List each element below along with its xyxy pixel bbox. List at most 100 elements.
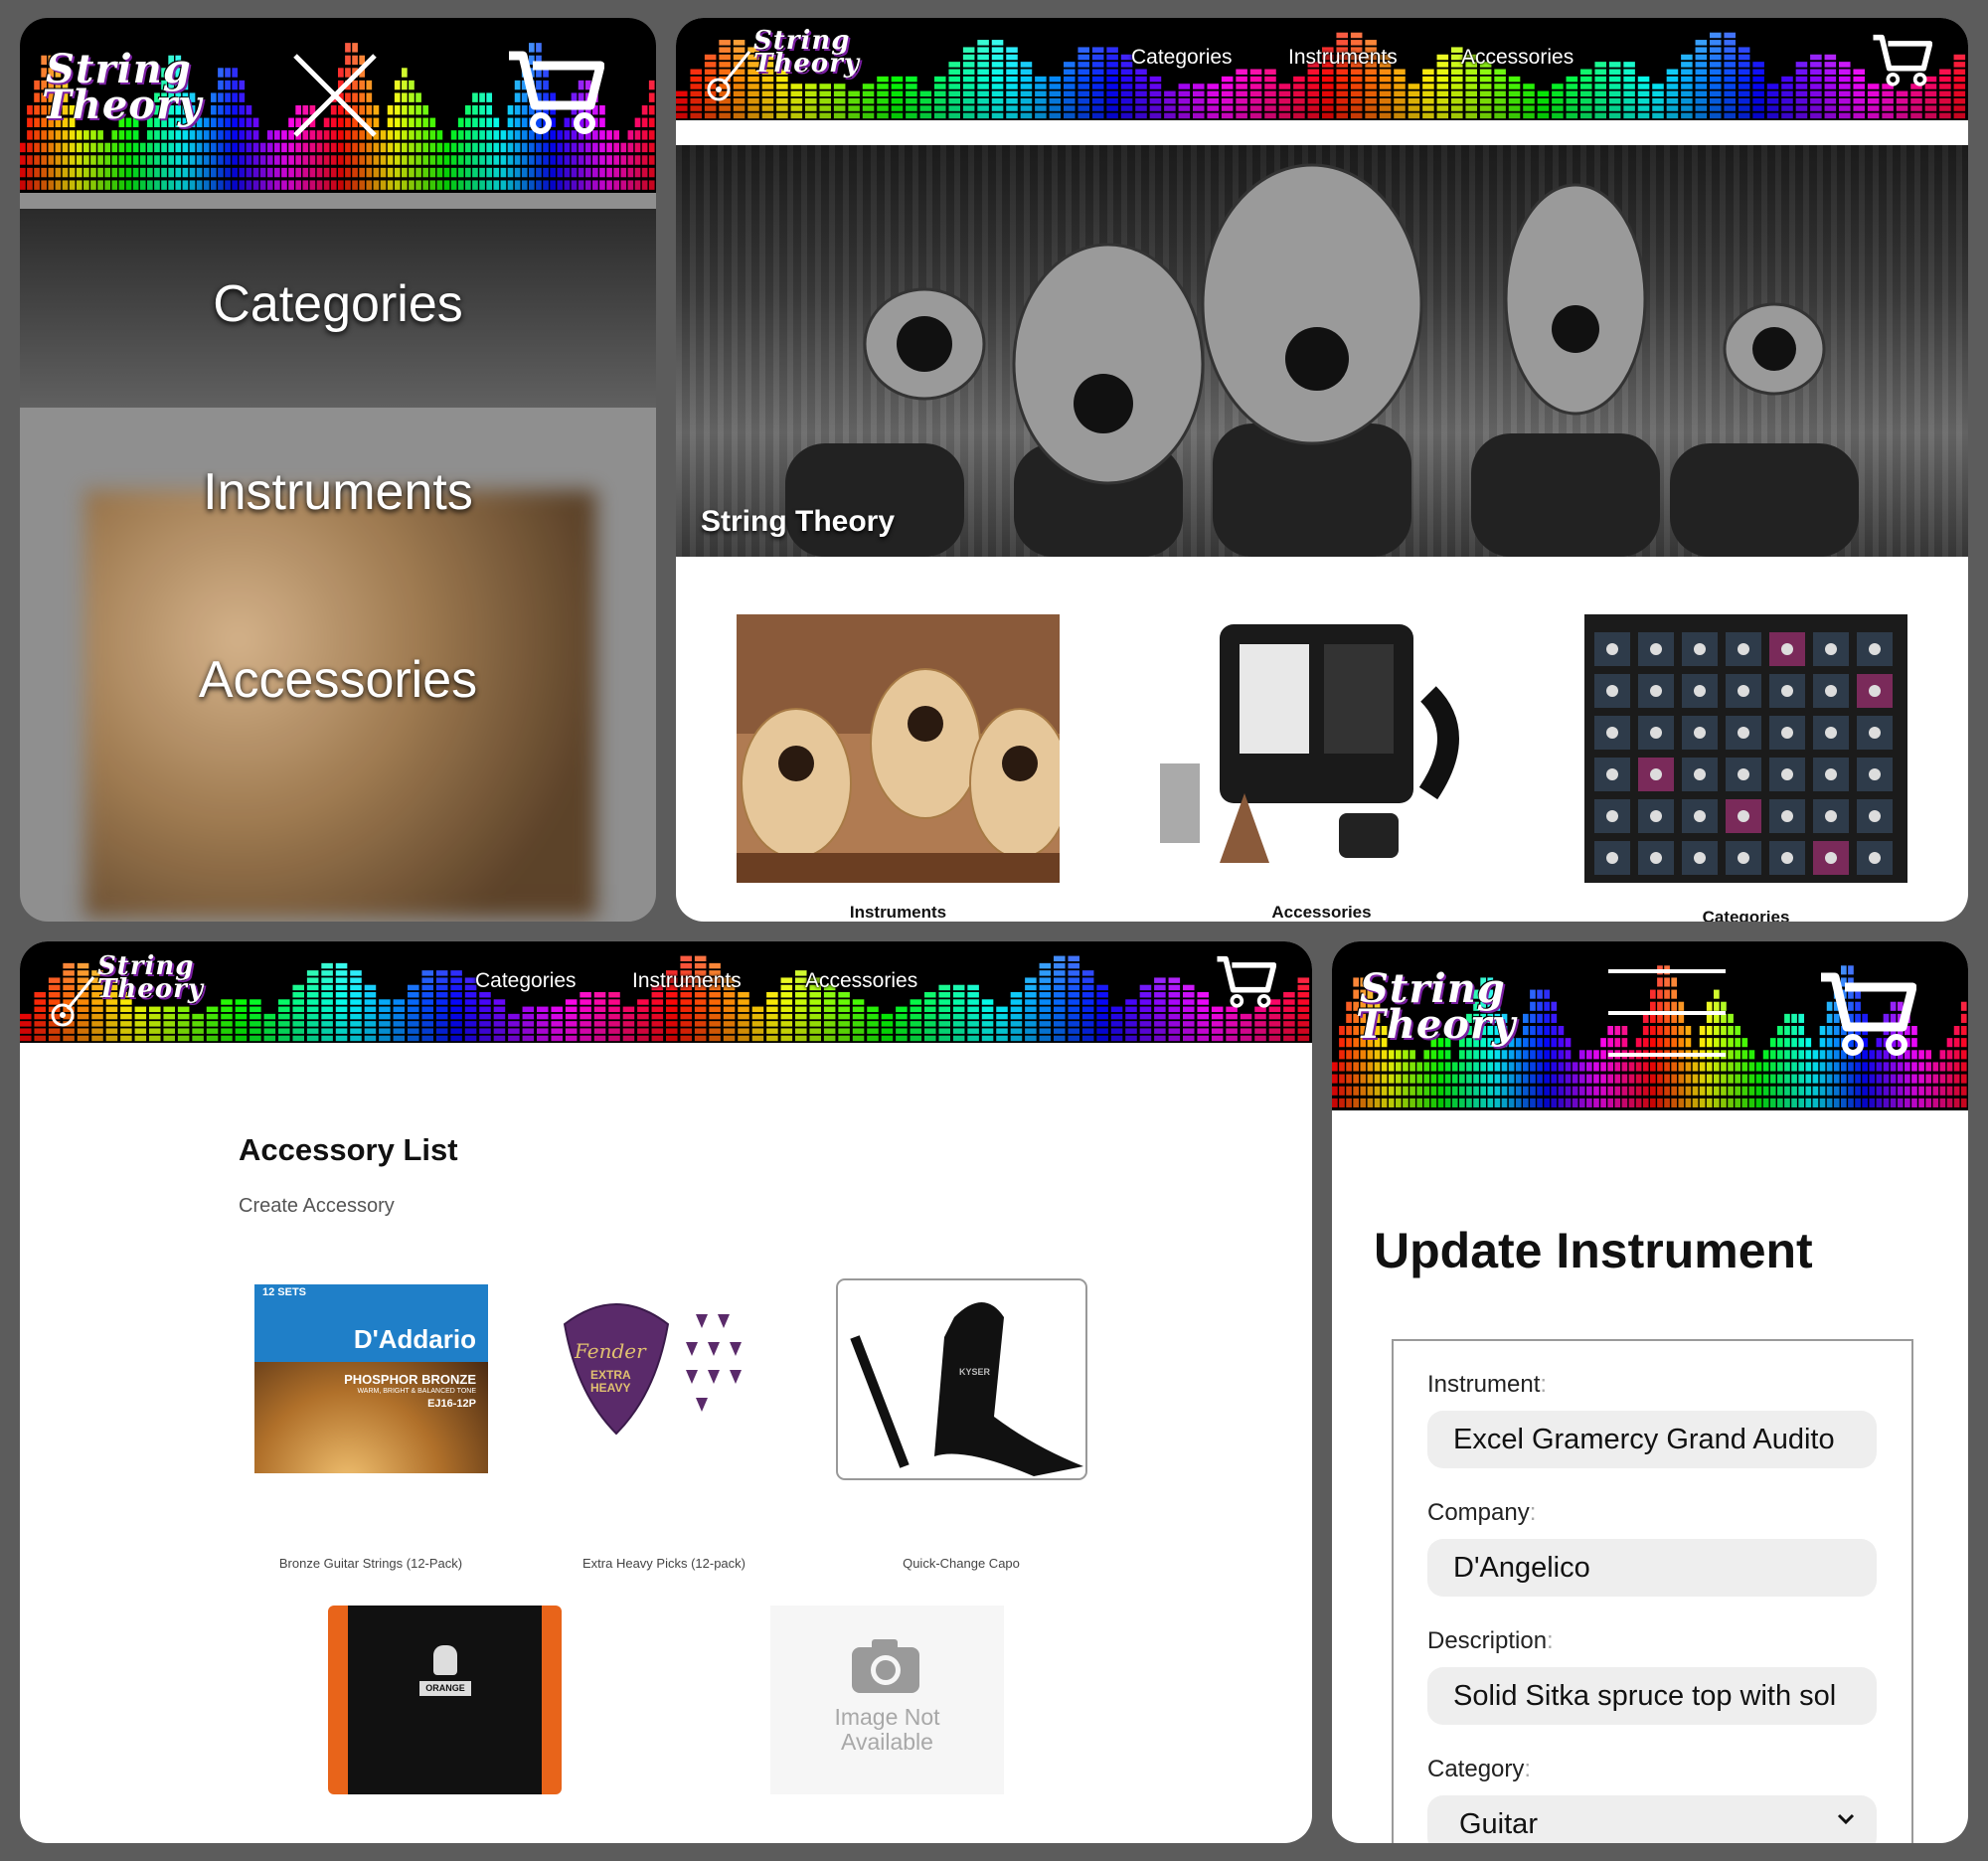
equalizer-bar-segment [266, 180, 273, 190]
accessory-image-capo[interactable] [835, 1277, 1088, 1481]
equalizer-bar-segment [486, 142, 493, 153]
create-accessory-link[interactable]: Create Accessory [239, 1195, 395, 1218]
equalizer-bar-segment [1283, 999, 1295, 1005]
equalizer-bar-segment [1824, 84, 1837, 89]
menu-item-instruments[interactable]: Instruments [20, 462, 656, 522]
equalizer-bar-segment [104, 155, 111, 165]
brand-logo[interactable]: String Theory [42, 50, 202, 125]
equalizer-bar-segment [1459, 1098, 1465, 1107]
equalizer-bar-segment [278, 1028, 290, 1034]
nav-instruments[interactable]: Instruments [632, 969, 742, 993]
equalizer-bar-segment [1178, 112, 1191, 119]
equalizer-bar-segment [48, 142, 55, 153]
equalizer-bar-segment [1039, 999, 1052, 1005]
equalizer-bar-segment [862, 84, 875, 89]
equalizer-bar-segment [235, 999, 248, 1005]
equalizer-bar-segment [1465, 76, 1477, 83]
equalizer-bar-segment [1236, 97, 1247, 104]
equalizer-bar-segment [429, 117, 436, 127]
tile-categories-image[interactable] [1584, 614, 1907, 883]
picks-product: EXTRA HEAVY [590, 1368, 631, 1396]
equalizer-bar-segment [1240, 1028, 1252, 1034]
category-thumbnail-icon [1650, 852, 1662, 864]
equalizer-bar-segment [302, 155, 309, 165]
accessory-image-placeholder[interactable]: Image Not Available [770, 1606, 1004, 1794]
equalizer-bar-segment [1353, 977, 1360, 987]
equalizer-bar-segment [962, 47, 975, 53]
nav-categories[interactable]: Categories [1131, 46, 1233, 70]
nav-accessories[interactable]: Accessories [805, 969, 917, 993]
nav-categories[interactable]: Categories [475, 969, 577, 993]
accessory-image-strings[interactable]: 12 SETS D'Addario PHOSPHOR BRONZE WARM, … [254, 1284, 488, 1473]
menu-item-accessories[interactable]: Accessories [20, 650, 656, 710]
company-input[interactable]: D'Angelico [1427, 1539, 1877, 1597]
nav-instruments[interactable]: Instruments [1288, 46, 1398, 70]
equalizer-bar-segment [225, 155, 231, 165]
equalizer-bar-segment [192, 1028, 204, 1034]
equalizer-bar-segment [1025, 1028, 1037, 1034]
brand-logo[interactable]: String Theory [753, 28, 860, 78]
equalizer-bar-segment [1436, 90, 1449, 97]
equalizer-bar-segment [1473, 1074, 1479, 1084]
tile-instruments-image[interactable] [737, 614, 1060, 883]
accessory-image-amp[interactable]: ORANGE [328, 1606, 562, 1794]
brand-logo[interactable]: String Theory [1356, 969, 1516, 1045]
hamburger-menu-icon[interactable] [1608, 969, 1726, 1061]
tile-accessories-caption[interactable]: Accessories [1160, 903, 1483, 922]
equalizer-bar-segment [1724, 105, 1736, 111]
nav-accessories[interactable]: Accessories [1461, 46, 1574, 70]
rainbow-header: String Theory Categories Instruments Acc… [20, 941, 1312, 1043]
equalizer-bar-segment [429, 155, 436, 165]
equalizer-bar-segment [1480, 1074, 1487, 1084]
equalizer-bar-segment [1953, 76, 1966, 83]
equalizer-bar-segment [232, 80, 239, 90]
equalizer-bar-segment [1876, 1062, 1883, 1072]
equalizer-bar-segment [48, 1035, 61, 1042]
equalizer-bar-segment [651, 1035, 664, 1042]
equalizer-bar-segment [1249, 76, 1262, 83]
description-input[interactable]: Solid Sitka spruce top with sol [1427, 1667, 1877, 1725]
equalizer-bar-segment [330, 180, 337, 190]
equalizer-bar-segment [1839, 112, 1851, 119]
shopping-cart-icon[interactable] [1215, 953, 1276, 1009]
equalizer-bar-segment [472, 167, 478, 178]
equalizer-bar-segment [1081, 970, 1094, 976]
equalizer-bar-segment [1268, 1028, 1281, 1034]
tile-instruments-caption[interactable]: Instruments [737, 903, 1060, 922]
equalizer-bar-segment [177, 1021, 190, 1027]
category-select[interactable]: Guitar [1427, 1795, 1877, 1843]
accessory-image-picks[interactable] [547, 1284, 780, 1473]
equalizer-bar-segment [1607, 1062, 1614, 1072]
equalizer-bar-segment [249, 1013, 261, 1020]
equalizer-bar-segment [1695, 54, 1708, 61]
equalizer-bar-segment [1810, 76, 1822, 83]
equalizer-bar-segment [1297, 1021, 1310, 1027]
equalizer-bar-segment [1551, 1038, 1558, 1048]
equalizer-bar-segment [805, 105, 817, 111]
tile-categories-caption[interactable]: Categories [1584, 908, 1907, 922]
instrument-name-input[interactable]: Excel Gramercy Grand Audito [1427, 1411, 1877, 1468]
category-thumbnail-icon [1869, 810, 1881, 822]
shopping-cart-icon[interactable] [505, 48, 604, 135]
equalizer-bar-segment [991, 90, 1004, 97]
equalizer-bar-segment [1120, 112, 1133, 119]
equalizer-bar-segment [1558, 1098, 1565, 1107]
tile-accessories-image[interactable] [1160, 614, 1483, 883]
equalizer-bar-segment [733, 105, 746, 111]
equalizer-bar-segment [493, 155, 500, 165]
menu-item-categories[interactable]: Categories [20, 274, 656, 334]
shopping-cart-icon[interactable] [1871, 32, 1932, 87]
equalizer-bar-segment [1444, 1098, 1451, 1107]
close-x-icon[interactable] [291, 52, 379, 139]
shopping-cart-icon[interactable] [1817, 969, 1916, 1057]
brand-logo[interactable]: String Theory [97, 953, 204, 1003]
accessory-caption-strings[interactable]: Bronze Guitar Strings (12-Pack) [222, 1556, 520, 1571]
equalizer-bar-segment [508, 1035, 520, 1042]
equalizer-bar-segment [1960, 1038, 1967, 1048]
equalizer-bar-segment [1798, 1074, 1805, 1084]
accessory-caption-capo[interactable]: Quick-Change Capo [812, 1556, 1110, 1571]
equalizer-bar-segment [263, 1013, 276, 1020]
equalizer-bar-segment [225, 80, 231, 90]
equalizer-bar-segment [1741, 1050, 1748, 1060]
accessory-caption-picks[interactable]: Extra Heavy Picks (12-pack) [515, 1556, 813, 1571]
